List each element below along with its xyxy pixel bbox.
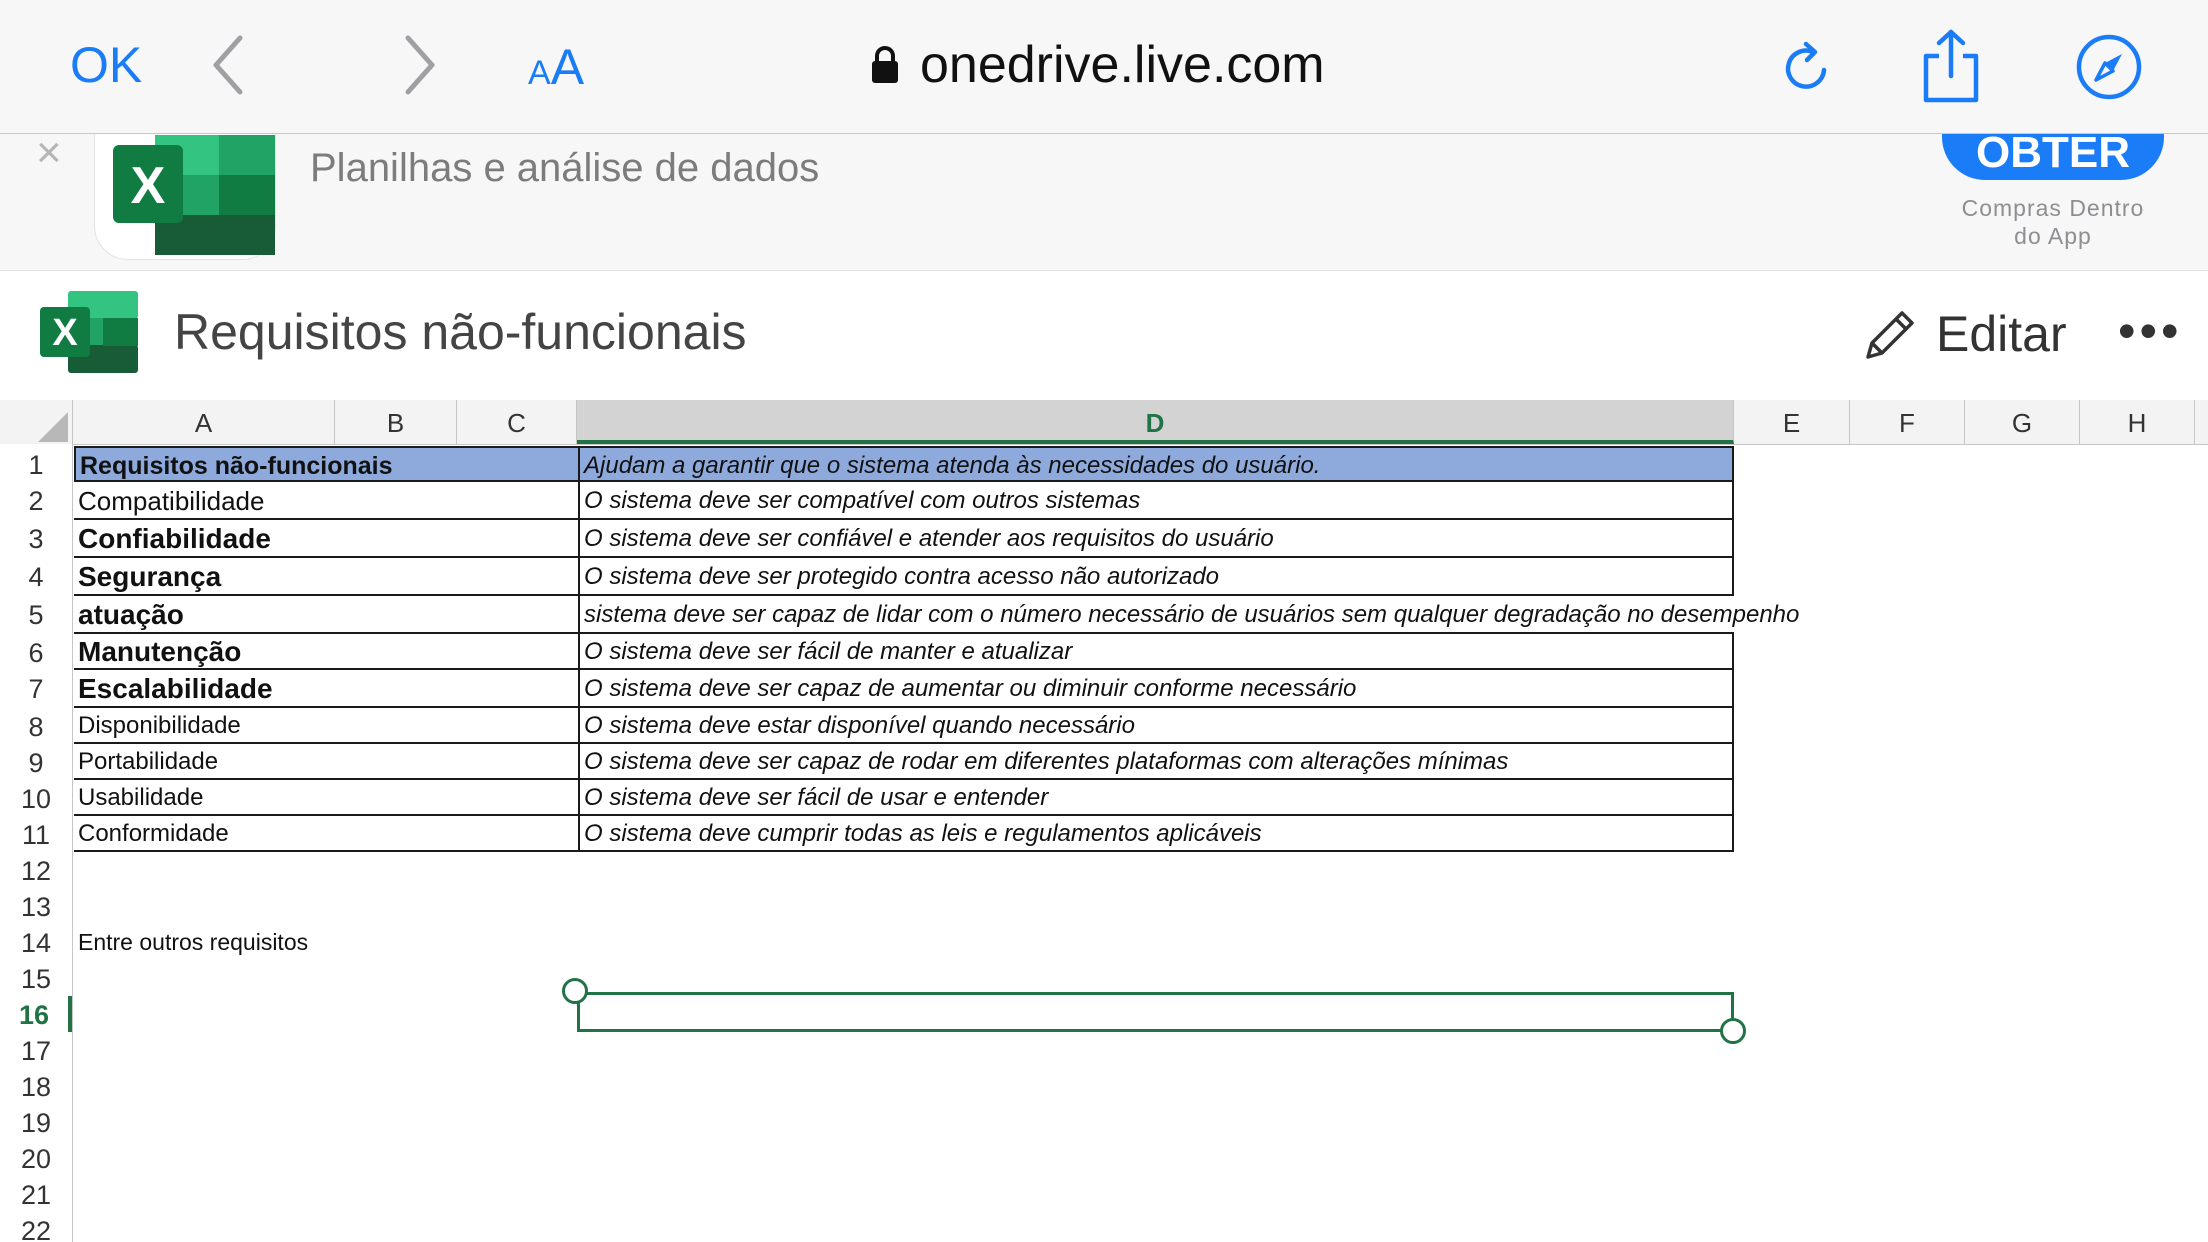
svg-text:X: X bbox=[52, 312, 78, 354]
row-header-21[interactable]: 21 bbox=[0, 1176, 72, 1212]
cell-d11[interactable]: O sistema deve cumprir todas as leis e r… bbox=[578, 816, 1734, 852]
cell-d1[interactable]: Ajudam a garantir que o sistema atenda à… bbox=[578, 446, 1734, 482]
row-header-10[interactable]: 10 bbox=[0, 780, 72, 816]
row-header-8[interactable]: 8 bbox=[0, 708, 72, 744]
cell-a7[interactable]: Escalabilidade bbox=[74, 670, 578, 708]
selected-cell-d16[interactable] bbox=[577, 992, 1734, 1032]
selection-handle-start[interactable] bbox=[562, 978, 588, 1004]
compass-icon bbox=[2076, 34, 2142, 100]
row-header-15[interactable]: 15 bbox=[0, 960, 72, 996]
cell-d10[interactable]: O sistema deve ser fácil de usar e enten… bbox=[578, 780, 1734, 816]
row-header-20[interactable]: 20 bbox=[0, 1140, 72, 1176]
row-header-19[interactable]: 19 bbox=[0, 1104, 72, 1140]
cell-a4[interactable]: Segurança bbox=[74, 558, 578, 596]
back-chevron-icon bbox=[213, 35, 243, 95]
browser-toolbar: OK AA onedrive.live.com bbox=[0, 0, 2208, 134]
cell-d9[interactable]: O sistema deve ser capaz de rodar em dif… bbox=[578, 744, 1734, 780]
column-header-c[interactable]: C bbox=[457, 400, 577, 444]
column-header-d[interactable]: D bbox=[577, 400, 1734, 444]
row-header-13[interactable]: 13 bbox=[0, 888, 72, 924]
done-button[interactable]: OK bbox=[70, 36, 142, 94]
share-icon bbox=[1923, 29, 1979, 103]
cell-a8[interactable]: Disponibilidade bbox=[74, 708, 578, 744]
cell-a5[interactable]: atuação bbox=[74, 596, 578, 634]
document-header: X Requisitos não-funcionais Editar ••• bbox=[0, 271, 2208, 397]
row-header-17[interactable]: 17 bbox=[0, 1032, 72, 1068]
cell-d5[interactable]: sistema deve ser capaz de lidar com o nú… bbox=[578, 596, 1799, 634]
pencil-icon bbox=[1866, 311, 1914, 359]
row-header-11[interactable]: 11 bbox=[0, 816, 72, 852]
cell-d3[interactable]: O sistema deve ser confiável e atender a… bbox=[578, 520, 1734, 558]
cell-d4[interactable]: O sistema deve ser protegido contra aces… bbox=[578, 558, 1734, 596]
column-header-e[interactable]: E bbox=[1734, 400, 1850, 444]
get-app-button[interactable]: OBTER bbox=[1942, 134, 2164, 180]
iap-line-1: Compras Dentro bbox=[1961, 195, 2145, 221]
excel-icon: X bbox=[113, 135, 283, 255]
spreadsheet-grid[interactable]: A B C D E F G H 1 2 3 4 5 6 7 8 9 10 11 … bbox=[0, 400, 2208, 1242]
reload-icon bbox=[1785, 41, 1827, 89]
back-button[interactable] bbox=[208, 32, 248, 103]
row-header-22[interactable]: 22 bbox=[0, 1212, 72, 1242]
cell-a11[interactable]: Conformidade bbox=[74, 816, 578, 852]
column-header-a[interactable]: A bbox=[73, 400, 335, 444]
row-header-1[interactable]: 1 bbox=[0, 446, 72, 482]
address-bar[interactable]: onedrive.live.com bbox=[870, 34, 1325, 96]
edit-label: Editar bbox=[1936, 306, 2067, 362]
excel-logo: X bbox=[38, 289, 138, 380]
share-button[interactable] bbox=[1920, 28, 1982, 109]
column-header-g[interactable]: G bbox=[1965, 400, 2080, 444]
row-header-14[interactable]: 14 bbox=[0, 924, 72, 960]
select-all-corner[interactable] bbox=[0, 400, 73, 444]
column-header-h[interactable]: H bbox=[2080, 400, 2195, 444]
row-header-2[interactable]: 2 bbox=[0, 482, 72, 520]
row-header-9[interactable]: 9 bbox=[0, 744, 72, 780]
cell-d6[interactable]: O sistema deve ser fácil de manter e atu… bbox=[578, 634, 1734, 670]
text-size-small-a: A bbox=[528, 54, 551, 92]
banner-close-button[interactable]: × bbox=[36, 134, 62, 178]
select-all-triangle-icon bbox=[38, 412, 68, 442]
cell-a2[interactable]: Compatibilidade bbox=[74, 482, 578, 520]
cell-a14[interactable]: Entre outros requisitos bbox=[74, 924, 578, 960]
row-header-12[interactable]: 12 bbox=[0, 852, 72, 888]
cell-a10[interactable]: Usabilidade bbox=[74, 780, 578, 816]
text-size-button[interactable]: AA bbox=[528, 38, 584, 96]
row-header-bar: 1 2 3 4 5 6 7 8 9 10 11 12 13 14 15 16 1… bbox=[0, 444, 73, 1242]
cell-d7[interactable]: O sistema deve ser capaz de aumentar ou … bbox=[578, 670, 1734, 708]
open-in-safari-button[interactable] bbox=[2076, 34, 2142, 105]
edit-button[interactable]: Editar bbox=[1862, 305, 2067, 363]
document-title: Requisitos não-funcionais bbox=[174, 304, 747, 360]
row-header-3[interactable]: 3 bbox=[0, 520, 72, 558]
forward-chevron-icon bbox=[405, 35, 435, 95]
url-text: onedrive.live.com bbox=[920, 36, 1325, 94]
in-app-purchases-note: Compras Dentro do App bbox=[1940, 194, 2166, 250]
forward-button[interactable] bbox=[400, 32, 440, 103]
cell-a6[interactable]: Manutenção bbox=[74, 634, 578, 670]
row-header-5[interactable]: 5 bbox=[0, 596, 72, 634]
row-header-6[interactable]: 6 bbox=[0, 634, 72, 670]
banner-app-subtitle: Planilhas e análise de dados bbox=[310, 146, 820, 190]
cell-a1[interactable]: Requisitos não-funcionais bbox=[74, 446, 578, 482]
row-header-4[interactable]: 4 bbox=[0, 558, 72, 596]
lock-icon bbox=[872, 46, 898, 83]
iap-line-2: do App bbox=[2014, 223, 2092, 249]
app-install-banner: × X Planilhas e análise de dados OBTER C… bbox=[0, 134, 2208, 271]
cell-d8[interactable]: O sistema deve estar disponível quando n… bbox=[578, 708, 1734, 744]
svg-text:X: X bbox=[131, 157, 166, 215]
excel-app-icon: X bbox=[94, 134, 283, 260]
row-header-7[interactable]: 7 bbox=[0, 670, 72, 708]
column-header-bar: A B C D E F G H bbox=[0, 400, 2208, 445]
column-header-f[interactable]: F bbox=[1850, 400, 1965, 444]
text-size-big-a: A bbox=[550, 39, 585, 95]
cell-d2[interactable]: O sistema deve ser compatível com outros… bbox=[578, 482, 1734, 520]
selection-handle-end[interactable] bbox=[1720, 1018, 1746, 1044]
cell-a9[interactable]: Portabilidade bbox=[74, 744, 578, 780]
cell-a3[interactable]: Confiabilidade bbox=[74, 520, 578, 558]
reload-button[interactable] bbox=[1780, 40, 1834, 101]
more-options-button[interactable]: ••• bbox=[2118, 306, 2183, 356]
row-header-18[interactable]: 18 bbox=[0, 1068, 72, 1104]
column-header-b[interactable]: B bbox=[335, 400, 457, 444]
row-header-16[interactable]: 16 bbox=[0, 996, 72, 1032]
excel-icon: X bbox=[40, 291, 138, 373]
